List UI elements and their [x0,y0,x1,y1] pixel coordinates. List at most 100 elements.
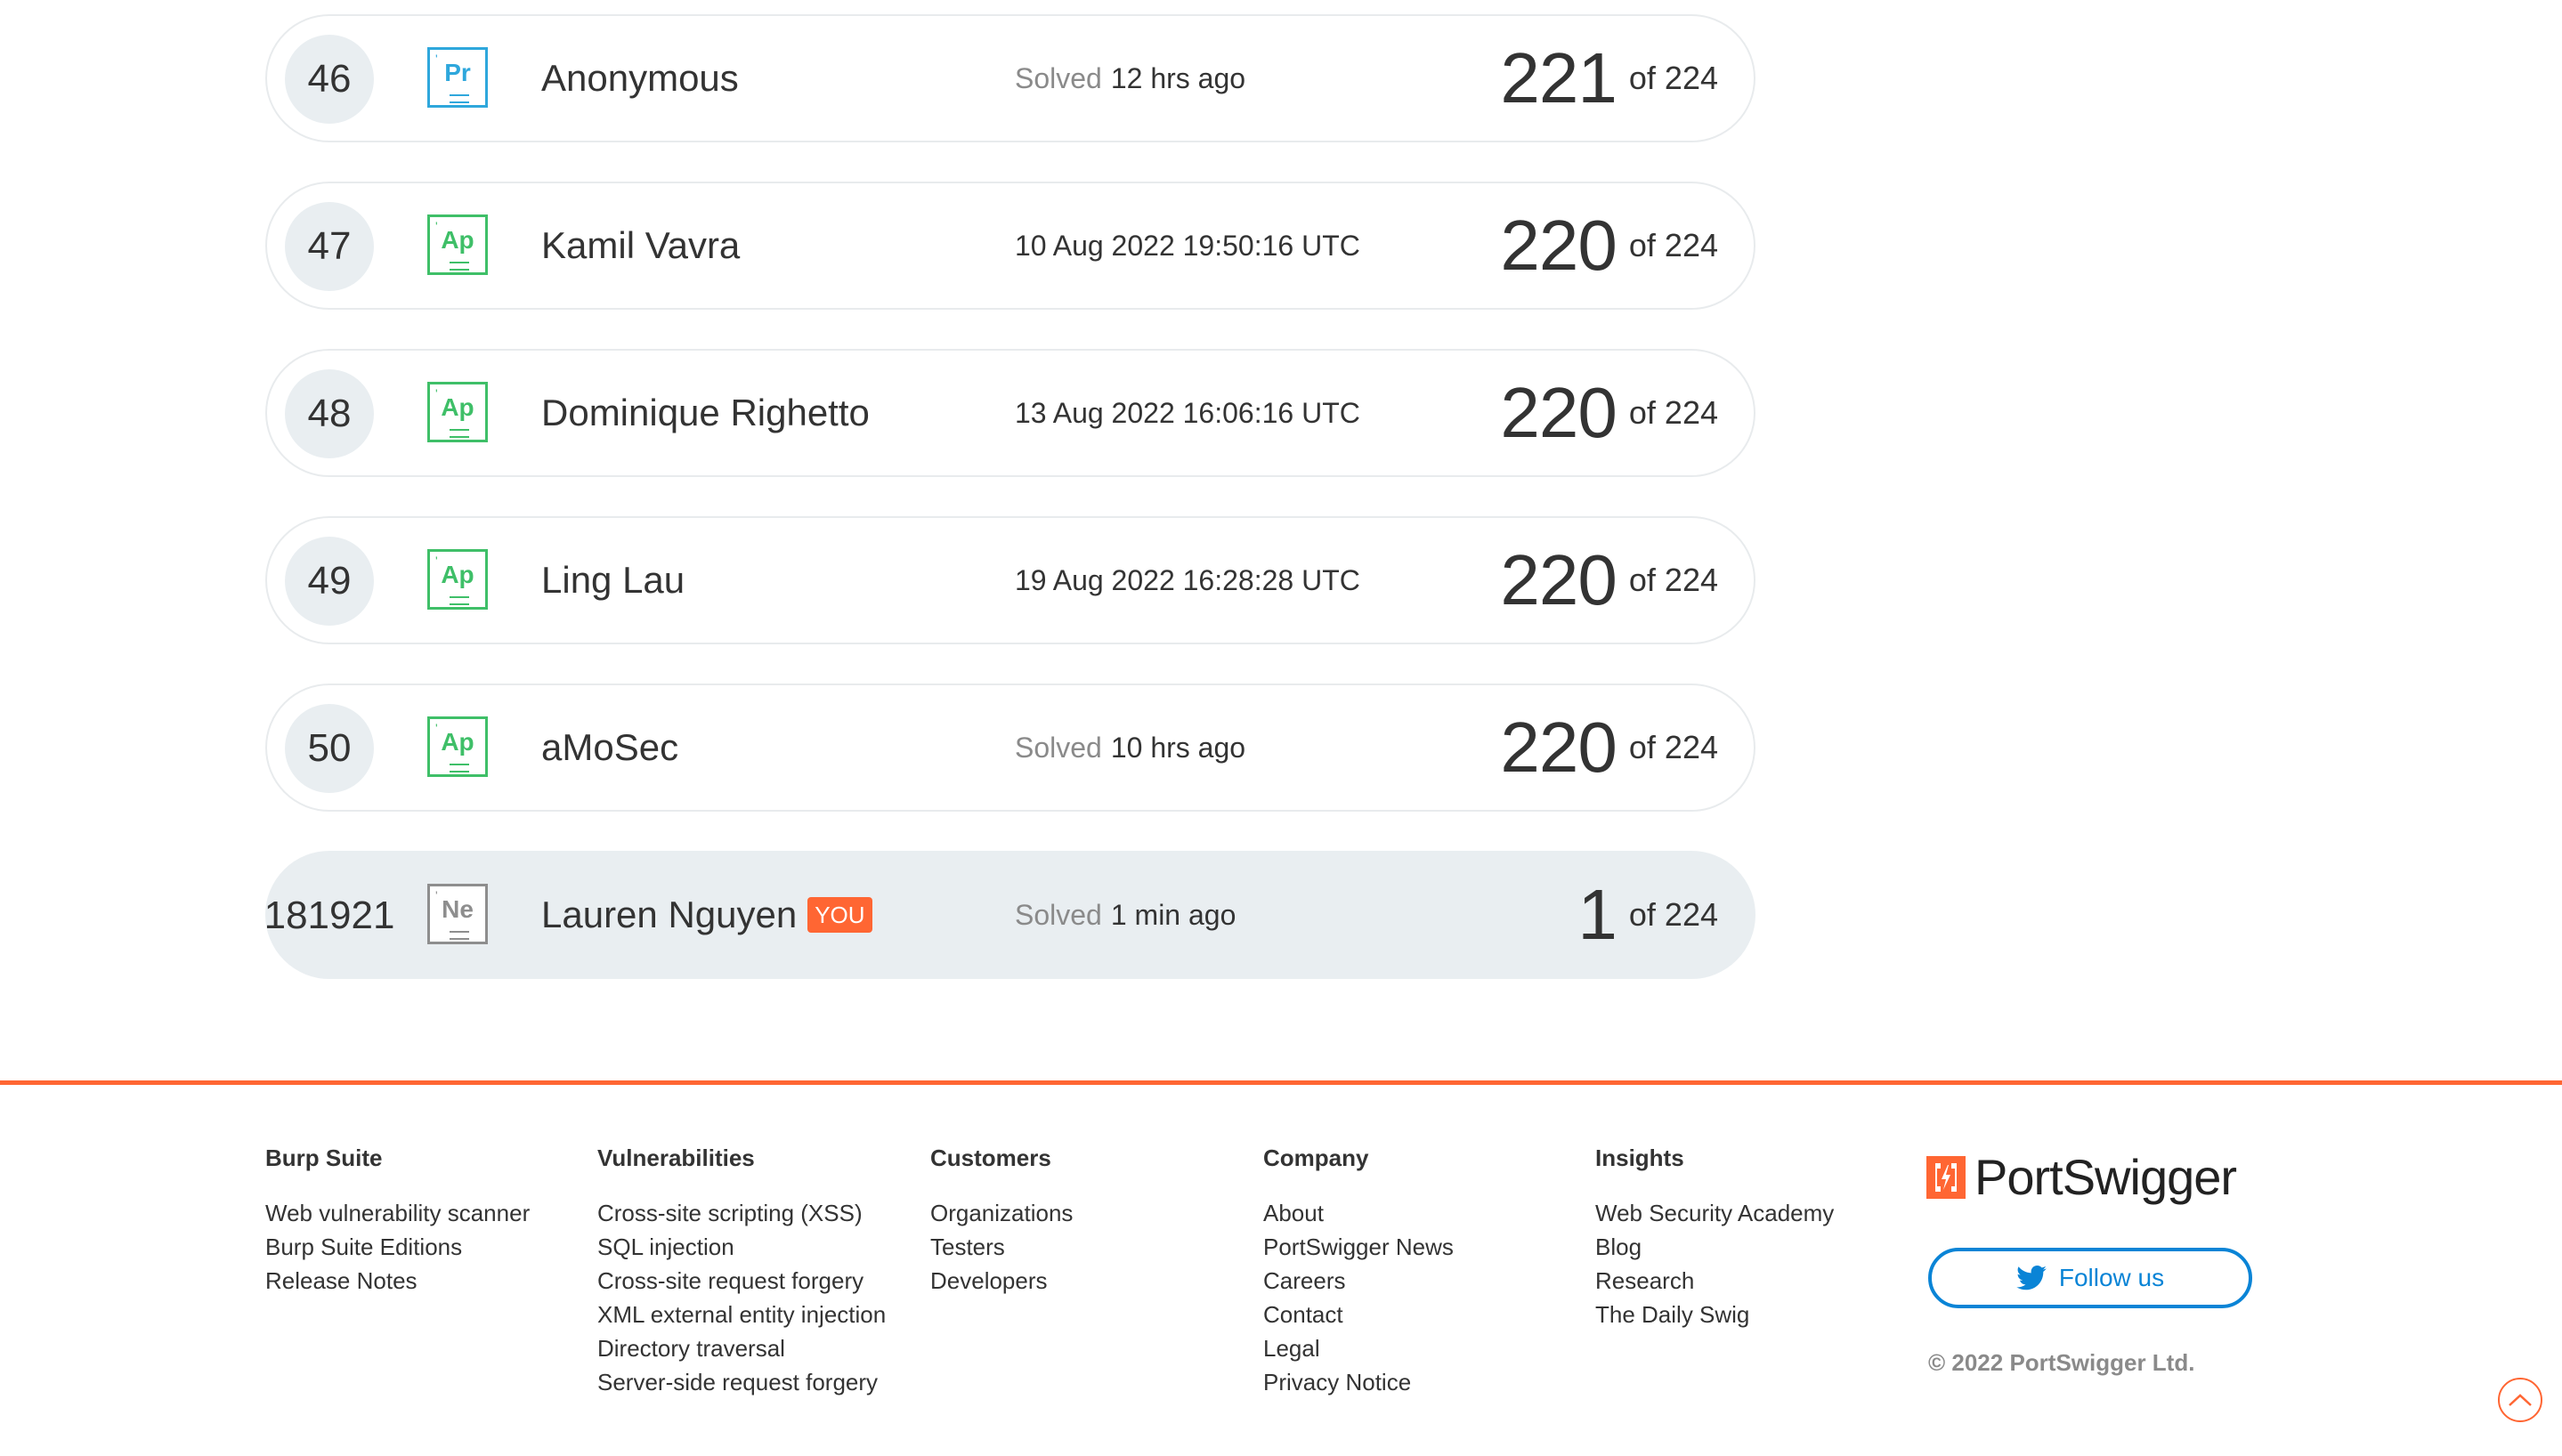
score-total: of 224 [1628,227,1718,263]
footer-link[interactable]: Privacy Notice [1263,1365,1454,1399]
solved-prefix: Solved [1015,898,1102,931]
rank-number: 49 [285,537,374,626]
footer-link[interactable]: Testers [930,1230,1073,1264]
score-total: of 224 [1628,562,1718,598]
portswigger-logo[interactable]: PortSwigger [1926,1148,2237,1206]
footer-heading: Burp Suite [265,1145,383,1171]
footer-heading: Insights [1595,1145,1684,1171]
score-total: of 224 [1628,394,1718,431]
solved-value: 1 min ago [1110,898,1236,931]
leaderboard-row: 48 ' Ap Dominique Righetto 13 Aug 2022 1… [265,349,1755,477]
copyright-text: © 2022 PortSwigger Ltd. [1928,1349,2195,1376]
rank-number: 46 [285,35,374,124]
user-name: aMoSec [541,726,679,768]
user-name: Dominique Righetto [541,392,870,433]
score-value: 220 [1500,373,1617,452]
solved-value: 10 hrs ago [1110,731,1246,764]
footer-link[interactable]: Organizations [930,1196,1073,1230]
level-badge-icon: ' Ap [427,382,488,442]
footer-link[interactable]: Cross-site scripting (XSS) [597,1196,886,1230]
solved-value: 19 Aug 2022 16:28:28 UTC [1015,563,1360,596]
leaderboard-row-current-user: 181921 ' Ne Lauren Nguyen YOU Solved 1 m… [263,851,1755,979]
leaderboard-row: 46 ' Pr Anonymous Solved 12 hrs ago 221 … [265,14,1755,142]
score: 220 of 224 [1500,351,1718,475]
score-total: of 224 [1628,60,1718,96]
solved-time: Solved 12 hrs ago [1015,16,1245,141]
solved-value: 10 Aug 2022 19:50:16 UTC [1015,229,1360,262]
user-name: Kamil Vavra [541,224,741,266]
level-badge-icon: ' Ne [427,884,488,944]
footer-link[interactable]: About [1263,1196,1454,1230]
footer-link[interactable]: Cross-site request forgery [597,1264,886,1298]
rank-number: 181921 [263,894,395,937]
solved-time: Solved 1 min ago [1015,853,1236,977]
score-total: of 224 [1628,729,1718,765]
score-value: 220 [1500,540,1617,619]
footer-column-insights: Insights Web Security Academy Blog Resea… [1595,1145,1834,1331]
score: 220 of 224 [1500,685,1718,810]
user-name: Ling Lau [541,559,685,601]
footer-column-company: Company About PortSwigger News Careers C… [1263,1145,1454,1399]
solved-time: 19 Aug 2022 16:28:28 UTC [1015,518,1360,643]
level-badge-icon: ' Ap [427,549,488,610]
footer-heading: Vulnerabilities [597,1145,755,1171]
score-value: 221 [1500,38,1617,117]
follow-us-label: Follow us [2058,1264,2165,1291]
footer-link[interactable]: PortSwigger News [1263,1230,1454,1264]
footer-column-burp-suite: Burp Suite Web vulnerability scanner Bur… [265,1145,530,1298]
user-name: Lauren Nguyen YOU [541,853,872,977]
score-value: 220 [1500,708,1617,787]
footer-link[interactable]: SQL injection [597,1230,886,1264]
rank-number: 47 [285,202,374,291]
twitter-icon [2016,1266,2047,1290]
footer-link[interactable]: Careers [1263,1264,1454,1298]
footer-link[interactable]: Web vulnerability scanner [265,1196,530,1230]
level-badge-icon: ' Ap [427,716,488,777]
user-name: Anonymous [541,57,739,99]
solved-value: 13 Aug 2022 16:06:16 UTC [1015,396,1360,429]
score-value: 1 [1577,875,1617,954]
scroll-to-top-button[interactable] [2498,1378,2542,1422]
footer-link[interactable]: Contact [1263,1298,1454,1331]
footer-link[interactable]: Directory traversal [597,1331,886,1365]
score-total: of 224 [1628,896,1718,933]
solved-time: 10 Aug 2022 19:50:16 UTC [1015,183,1360,308]
chevron-up-icon [2507,1392,2534,1408]
leaderboard-row: 50 ' Ap aMoSec Solved 10 hrs ago 220 of … [265,684,1755,812]
score: 220 of 224 [1500,183,1718,308]
footer-link[interactable]: Release Notes [265,1264,530,1298]
logo-text: PortSwigger [1974,1149,2237,1205]
footer-heading: Customers [930,1145,1051,1171]
solved-prefix: Solved [1015,731,1102,764]
user-name-text: Lauren Nguyen [541,894,798,935]
follow-us-button[interactable]: Follow us [1928,1248,2252,1308]
leaderboard-row: 49 ' Ap Ling Lau 19 Aug 2022 16:28:28 UT… [265,516,1755,644]
footer-link[interactable]: The Daily Swig [1595,1298,1834,1331]
level-badge-icon: ' Pr [427,47,488,108]
footer-link[interactable]: Burp Suite Editions [265,1230,530,1264]
solved-prefix: Solved [1015,61,1102,94]
leaderboard-list: 46 ' Pr Anonymous Solved 12 hrs ago 221 … [263,14,1755,1018]
footer-link[interactable]: Blog [1595,1230,1834,1264]
level-badge-icon: ' Ap [427,214,488,275]
rank-number: 50 [285,704,374,793]
portswigger-logo-icon [1926,1155,1966,1199]
footer-link[interactable]: XML external entity injection [597,1298,886,1331]
score: 220 of 224 [1500,518,1718,643]
leaderboard-row: 47 ' Ap Kamil Vavra 10 Aug 2022 19:50:16… [265,182,1755,310]
footer-link[interactable]: Web Security Academy [1595,1196,1834,1230]
footer-link[interactable]: Research [1595,1264,1834,1298]
page: 46 ' Pr Anonymous Solved 12 hrs ago 221 … [0,0,2562,1456]
footer-link[interactable]: Legal [1263,1331,1454,1365]
footer-column-customers: Customers Organizations Testers Develope… [930,1145,1073,1298]
footer-link[interactable]: Server-side request forgery [597,1365,886,1399]
footer-column-vulnerabilities: Vulnerabilities Cross-site scripting (XS… [597,1145,886,1399]
solved-time: 13 Aug 2022 16:06:16 UTC [1015,351,1360,475]
you-badge: YOU [807,897,872,933]
score: 1 of 224 [1577,853,1718,977]
footer-link[interactable]: Developers [930,1264,1073,1298]
score-value: 220 [1500,206,1617,285]
rank-number: 48 [285,369,374,458]
solved-value: 12 hrs ago [1110,61,1246,94]
footer-heading: Company [1263,1145,1369,1171]
